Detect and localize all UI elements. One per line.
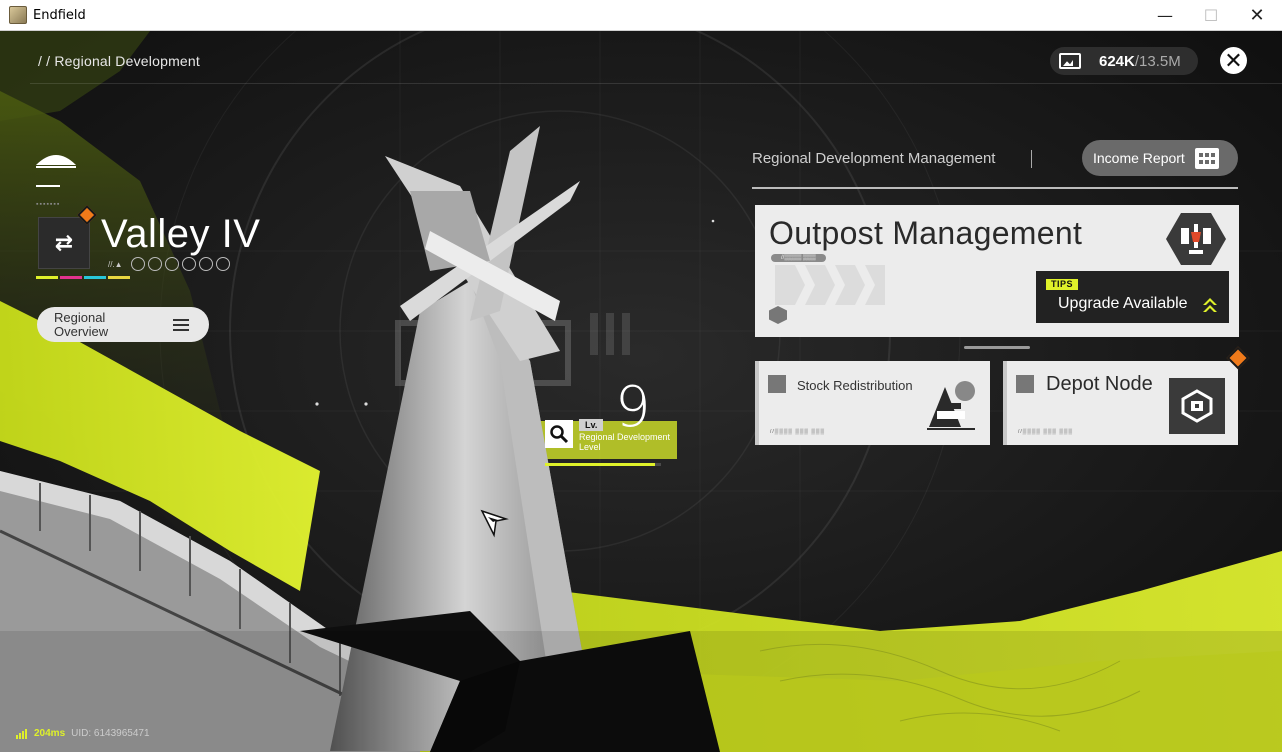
income-report-button[interactable]: Income Report — [1082, 140, 1238, 176]
window-title: Endfield — [33, 7, 86, 23]
ping-value: 204ms — [34, 728, 66, 739]
region-glyph: ⇄ — [54, 230, 74, 255]
stock-code: //▒▒▒▒ ▒▒▒ ▒▒▒ — [770, 429, 825, 435]
management-panel-title: Regional Development Management — [752, 150, 996, 167]
outpost-management-card[interactable]: Outpost Management //▒▒▒▒ ▒▒▒ TIPS Upgra… — [755, 205, 1239, 337]
level-progress-bar — [545, 463, 661, 466]
calendar-icon — [1195, 148, 1219, 169]
depot-icon — [1016, 375, 1034, 393]
depot-emblem-icon — [1169, 378, 1225, 434]
region-sub-code: //.▲ — [108, 259, 123, 269]
stock-redistribution-card[interactable]: Stock Redistribution //▒▒▒▒ ▒▒▒ ▒▒▒ — [755, 361, 990, 445]
ring-icon — [147, 257, 162, 271]
tips-tag: TIPS — [1046, 279, 1079, 290]
panel-divider — [752, 187, 1238, 189]
window-close-button[interactable]: ✕ — [1234, 0, 1280, 31]
upgrade-arrow-icon — [1203, 298, 1217, 312]
level-lv-tag: Lv. — [579, 419, 604, 431]
upgrade-tips-box[interactable]: TIPS Upgrade Available — [1036, 271, 1229, 323]
ring-icon — [181, 257, 196, 271]
tips-text: Upgrade Available — [1058, 295, 1188, 312]
search-icon[interactable] — [545, 420, 573, 448]
signal-icon — [16, 728, 28, 739]
stock-emblem-icon — [927, 381, 975, 430]
panel-handle — [964, 346, 1030, 349]
stock-bill-icon — [1059, 53, 1081, 69]
ring-icon — [215, 257, 230, 271]
currency-max: /13.5M — [1134, 52, 1181, 70]
depot-node-card[interactable]: Depot Node //▒▒▒▒ ▒▒▒ ▒▒▒ — [1003, 361, 1238, 445]
breadcrumb: / / Regional Development — [38, 53, 200, 69]
income-report-label: Income Report — [1093, 150, 1185, 166]
header-divider — [30, 83, 1282, 84]
outpost-code: //▒▒▒▒ ▒▒▒ — [771, 254, 826, 262]
currency-current: 624K — [1099, 52, 1135, 70]
ring-icon — [164, 257, 179, 271]
card-accent — [755, 361, 759, 445]
level-value: 9 — [615, 375, 651, 440]
regional-overview-label: Regional Overview — [54, 310, 109, 339]
color-bar — [36, 276, 58, 279]
regional-level-block[interactable]: Lv. Regional Development Level 9 — [527, 377, 677, 459]
card-decoration — [775, 265, 885, 305]
color-bar — [108, 276, 130, 279]
region-code-dots: ▪▪▪▪▪▪▪ — [36, 201, 61, 208]
stock-redistribution-label: Stock Redistribution — [797, 378, 913, 393]
ring-icon — [130, 257, 145, 271]
depot-node-label: Depot Node — [1046, 373, 1153, 395]
dash-mark — [36, 185, 60, 187]
region-color-bars — [36, 276, 130, 279]
status-bar: 204ms UID: 6143965471 — [16, 728, 150, 739]
color-bar — [60, 276, 82, 279]
level-progress-fill — [545, 463, 656, 466]
window-titlebar: Endfield — ☐ ✕ — [0, 0, 1282, 31]
region-icon: ⇄ — [38, 217, 90, 269]
outpost-emblem-icon — [1166, 213, 1226, 265]
close-icon[interactable]: ✕ — [1220, 47, 1247, 74]
minimize-button[interactable]: — — [1142, 0, 1188, 31]
title-separator — [1031, 150, 1032, 168]
region-progress-rings: //.▲ — [108, 257, 230, 271]
card-accent — [1003, 361, 1007, 445]
menu-icon — [173, 319, 189, 331]
weather-icon — [36, 155, 76, 168]
regional-overview-button[interactable]: Regional Overview — [37, 307, 209, 342]
currency-display[interactable]: 624K/13.5M — [1050, 47, 1198, 75]
outpost-title: Outpost Management — [769, 215, 1083, 251]
stock-icon — [768, 375, 786, 393]
ring-icon — [198, 257, 213, 271]
color-bar — [84, 276, 106, 279]
game-viewport: / / Regional Development 624K/13.5M ✕ ▪▪… — [0, 31, 1282, 752]
cursor-icon — [480, 509, 509, 538]
region-name: Valley IV — [101, 212, 261, 256]
maximize-button[interactable]: ☐ — [1188, 0, 1234, 31]
uid-label: UID: 6143965471 — [71, 728, 150, 739]
app-icon — [9, 6, 27, 24]
currency-value: 624K/13.5M — [1099, 53, 1181, 70]
depot-code: //▒▒▒▒ ▒▒▒ ▒▒▒ — [1018, 429, 1073, 435]
